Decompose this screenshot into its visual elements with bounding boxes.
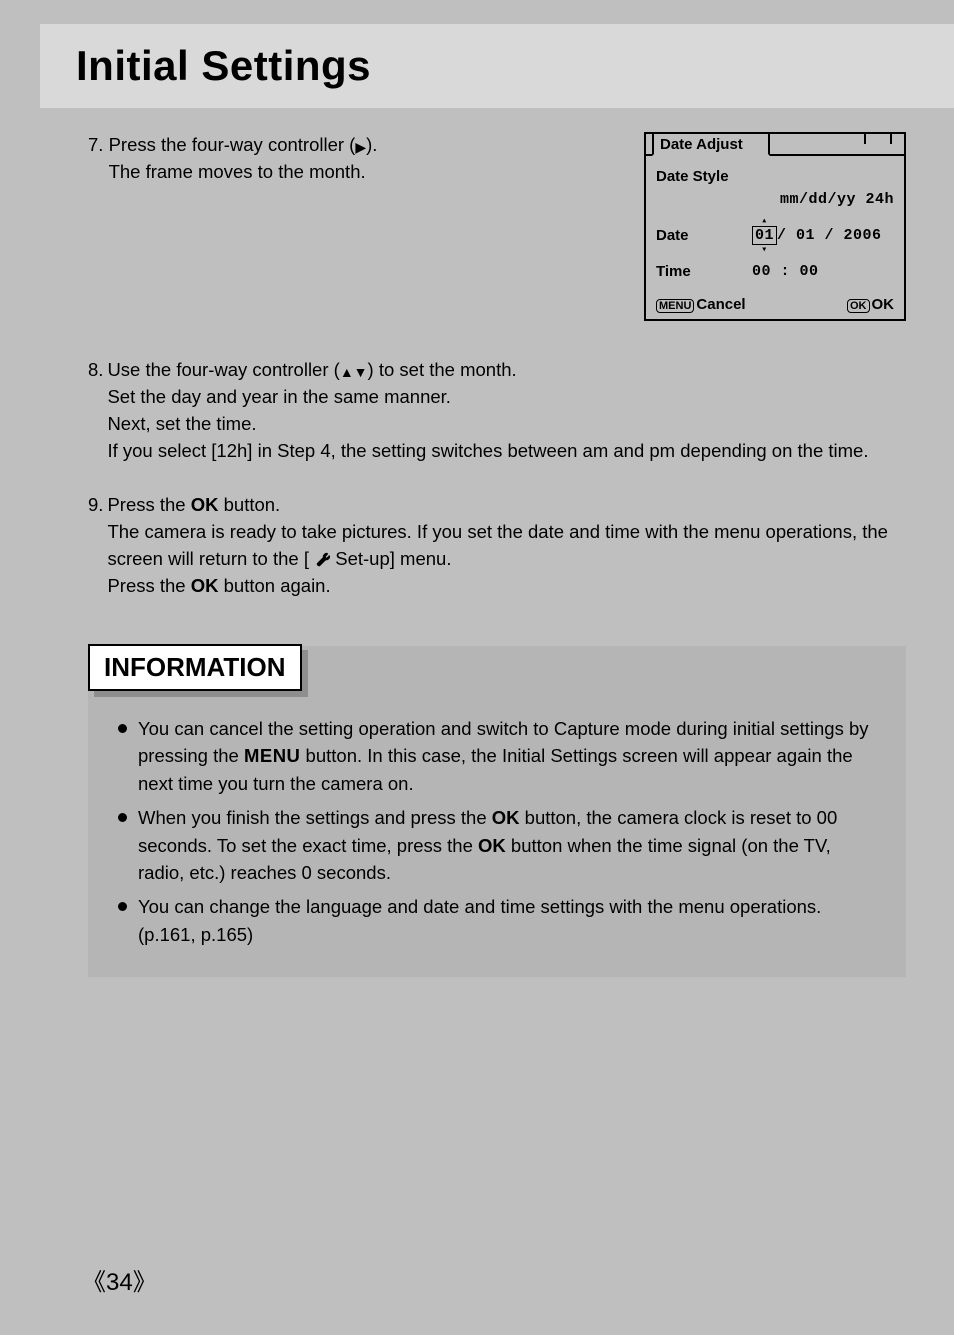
right-triangle-icon: ▶ xyxy=(355,137,366,157)
lcd-row-date: Date 01/ 01 / 2006 xyxy=(656,214,894,257)
info-item-1: You can cancel the setting operation and… xyxy=(118,715,876,798)
lcd-date-style-label: Date Style xyxy=(656,168,752,185)
step-8-body: Use the four-way controller (▲▼) to set … xyxy=(107,357,906,464)
info-header: INFORMATION xyxy=(88,644,302,691)
lcd-cancel-label: Cancel xyxy=(696,296,745,313)
lcd-date-value: 01/ 01 / 2006 xyxy=(752,226,894,245)
lcd-date-rest: / 01 / 2006 xyxy=(777,227,882,244)
lcd-body: Date Style mm/dd/yy 24h Date 01/ 01 / 20… xyxy=(646,154,904,290)
step-7-line1b: ). xyxy=(366,134,377,155)
lcd-footer-left: MENUCancel xyxy=(656,296,746,313)
info-header-wrap: INFORMATION xyxy=(88,644,302,691)
lcd-date-month-selected: 01 xyxy=(752,226,777,245)
page-number: 《34》 xyxy=(82,1262,157,1297)
ok-glyph-icon: OK xyxy=(492,807,520,828)
ok-glyph-icon: OK xyxy=(191,575,219,596)
step-7-row: 7. Press the four-way controller (▶). Th… xyxy=(88,132,906,321)
step-number: 7. xyxy=(88,134,103,155)
step-number: 9. xyxy=(88,492,103,599)
page-title: Initial Settings xyxy=(76,42,954,90)
angle-close-icon: 》 xyxy=(133,1270,157,1296)
information-box: INFORMATION You can cancel the setting o… xyxy=(88,646,906,977)
angle-open-icon: 《 xyxy=(82,1270,106,1296)
info-item-3: You can change the language and date and… xyxy=(118,893,876,949)
step-8: 8. Use the four-way controller (▲▼) to s… xyxy=(88,357,906,464)
menu-glyph-icon: MENU xyxy=(244,745,300,766)
ok-badge-icon: OK xyxy=(847,299,870,313)
lcd-row-style: Date Style xyxy=(656,162,894,191)
step-9: 9. Press the OK button. The camera is re… xyxy=(88,492,906,599)
lcd-screen: Date Adjust Date Style mm/dd/yy 24h Date xyxy=(644,132,906,321)
lcd-row-time: Time 00 : 00 xyxy=(656,257,894,286)
menu-badge-icon: MENU xyxy=(656,299,694,313)
lcd-footer-right: OKOK xyxy=(847,296,894,313)
page: Initial Settings 7. Press the four-way c… xyxy=(40,0,954,1335)
step-7-text: 7. Press the four-way controller (▶). Th… xyxy=(88,132,620,186)
setup-wrench-icon xyxy=(314,551,330,567)
ok-glyph-icon: OK xyxy=(478,835,506,856)
ok-glyph-icon: OK xyxy=(191,494,219,515)
up-triangle-icon: ▲ xyxy=(340,362,354,382)
lcd-row-style-value: mm/dd/yy 24h xyxy=(656,191,894,214)
step-9-body: Press the OK button. The camera is ready… xyxy=(107,492,906,599)
info-list: You can cancel the setting operation and… xyxy=(118,693,876,949)
step-7-line2: The frame moves to the month. xyxy=(109,161,366,182)
lcd-tab-decor xyxy=(864,132,892,144)
lcd-date-style-value: mm/dd/yy 24h xyxy=(780,191,894,208)
lcd-ok-label: OK xyxy=(872,296,895,313)
lcd-time-value: 00 : 00 xyxy=(752,263,894,280)
content-area: 7. Press the four-way controller (▶). Th… xyxy=(40,108,954,977)
lcd-date-label: Date xyxy=(656,227,752,244)
down-triangle-icon: ▼ xyxy=(354,362,368,382)
info-item-2: When you finish the settings and press t… xyxy=(118,804,876,887)
step-7-line1a: Press the four-way controller ( xyxy=(109,134,356,155)
lcd-time-label: Time xyxy=(656,263,752,280)
lcd-footer: MENUCancel OKOK xyxy=(646,290,904,319)
step-number: 8. xyxy=(88,357,103,464)
title-bar: Initial Settings xyxy=(40,24,954,108)
lcd-tab: Date Adjust xyxy=(652,132,770,156)
